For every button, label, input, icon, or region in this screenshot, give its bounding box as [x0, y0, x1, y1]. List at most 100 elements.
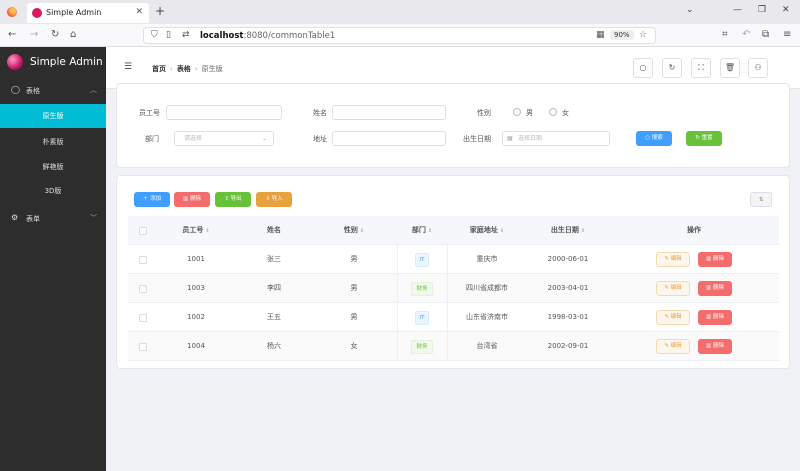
- user-button[interactable]: ⚇: [748, 58, 768, 78]
- sort-icon[interactable]: ⇕: [205, 228, 209, 234]
- sort-icon[interactable]: ⇕: [360, 228, 364, 234]
- gender-male-radio[interactable]: [513, 108, 521, 116]
- close-window-icon[interactable]: ✕: [782, 5, 790, 15]
- qr-code-icon[interactable]: ▦: [596, 30, 605, 40]
- restore-icon[interactable]: ❐: [758, 5, 766, 15]
- edit-button[interactable]: ✎ 编辑: [656, 310, 690, 325]
- birth-placeholder: 选择日期: [518, 135, 543, 142]
- menu-group-table[interactable]: ◯ 表格 ︿: [0, 80, 106, 100]
- dept-tag: IT: [414, 253, 430, 267]
- col-header-birth[interactable]: 出生日期 ⇕: [527, 216, 609, 245]
- delete-button[interactable]: ▥ 删除: [698, 281, 732, 296]
- dept-tag: 财务: [411, 282, 433, 296]
- export-button[interactable]: ⇪ 导出: [215, 192, 251, 207]
- dept-select[interactable]: 请选择 ⌄: [174, 131, 274, 146]
- row-checkbox[interactable]: [139, 314, 147, 322]
- sidebar-item-native[interactable]: 原生版: [0, 104, 106, 128]
- fullscreen-button[interactable]: ⛶: [691, 58, 711, 78]
- breadcrumb-current: 原生版: [201, 65, 223, 73]
- connection-icon[interactable]: ⇄: [182, 30, 190, 40]
- menu-icon[interactable]: ≡: [783, 29, 791, 40]
- sort-icon[interactable]: ⇕: [428, 228, 432, 234]
- table-row[interactable]: 1001 张三 男 IT 重庆市 2000-06-01 ✎ 编辑 ▥ 删除: [128, 245, 779, 274]
- delete-button[interactable]: ▥ 删除: [698, 339, 732, 354]
- col-header-emp-no[interactable]: 员工号 ⇕: [158, 216, 234, 245]
- undo-icon[interactable]: ↶: [742, 29, 750, 40]
- back-icon[interactable]: ←: [8, 29, 16, 40]
- refresh-button[interactable]: ↻: [662, 58, 682, 78]
- brand-name: Simple Admin: [30, 56, 103, 68]
- menu-group-form[interactable]: ⚙ 表单 ﹀: [0, 208, 106, 228]
- row-checkbox[interactable]: [139, 285, 147, 293]
- gender-label: 性别: [477, 109, 491, 117]
- url-bar[interactable]: ⛉ ▯ ⇄ localhost:8080/commonTable1 ▦ 90% …: [143, 27, 656, 44]
- delete-button[interactable]: ▥ 删除: [698, 252, 732, 267]
- trash-icon: ▥: [706, 285, 713, 291]
- row-checkbox[interactable]: [139, 256, 147, 264]
- extensions-icon[interactable]: ⧉: [762, 29, 769, 40]
- delete-button[interactable]: ▥ 删除: [698, 310, 732, 325]
- sort-icon[interactable]: ⇕: [500, 228, 504, 234]
- cell-emp-no: 1001: [187, 255, 205, 263]
- url-text[interactable]: localhost:8080/commonTable1: [200, 31, 335, 41]
- search-submit-button[interactable]: ○ 搜索: [636, 131, 672, 146]
- row-checkbox[interactable]: [139, 343, 147, 351]
- cell-birth: 2000-06-01: [547, 255, 589, 263]
- search-button[interactable]: ○: [633, 58, 653, 78]
- cell-dept: IT: [397, 303, 447, 332]
- col-header-gender[interactable]: 性别 ⇕: [314, 216, 394, 245]
- import-button[interactable]: ⇩ 导入: [256, 192, 292, 207]
- zoom-level[interactable]: 90%: [610, 30, 634, 40]
- user-icon: ⚇: [754, 63, 762, 72]
- add-button[interactable]: ＋ 添加: [134, 192, 170, 207]
- sidebar-item-plain[interactable]: 朴素版: [0, 130, 106, 154]
- sidebar-item-3d[interactable]: 3D版: [0, 179, 106, 203]
- table-row[interactable]: 1004 杨六 女 财务 台湾省 2002-09-01 ✎ 编辑 ▥ 删除: [128, 332, 779, 361]
- table-row[interactable]: 1003 李四 男 财务 四川省成都市 2003-04-01 ✎ 编辑 ▥ 删除: [128, 274, 779, 303]
- shield-icon[interactable]: ⛉: [151, 30, 158, 40]
- collapse-menu-icon[interactable]: ☰: [124, 62, 132, 72]
- col-header-dept[interactable]: 部门 ⇕: [397, 216, 447, 245]
- bookmark-star-icon[interactable]: ☆: [639, 30, 647, 40]
- sort-icon[interactable]: ⇕: [581, 228, 585, 234]
- emp-no-input[interactable]: [166, 105, 282, 120]
- gender-male-label[interactable]: 男: [526, 108, 533, 118]
- col-header-address[interactable]: 家庭地址 ⇕: [447, 216, 527, 245]
- table-row[interactable]: 1002 王五 男 IT 山东省济南市 1998-03-01 ✎ 编辑 ▥ 删除: [128, 303, 779, 332]
- trash-button[interactable]: 🗑: [720, 58, 740, 78]
- cell-gender: 男: [350, 255, 358, 263]
- address-input[interactable]: [332, 131, 446, 146]
- edit-button[interactable]: ✎ 编辑: [656, 339, 690, 354]
- sidebar: Simple Admin ◯ 表格 ︿ 原生版 朴素版 鲜艳版 3D版 ⚙ 表单…: [0, 47, 106, 471]
- tab-title: Simple Admin: [46, 8, 102, 17]
- home-icon[interactable]: ⌂: [70, 29, 76, 40]
- fullscreen-icon: ⛶: [698, 63, 704, 72]
- browser-navbar: ← → ↻ ⌂ ⛉ ▯ ⇄ localhost:8080/commonTable…: [0, 24, 800, 47]
- gender-female-radio[interactable]: [549, 108, 557, 116]
- gender-female-label[interactable]: 女: [562, 108, 569, 118]
- browser-tab[interactable]: Simple Admin ✕: [27, 3, 149, 23]
- tab-list-chevron-icon[interactable]: ⌄: [686, 5, 694, 15]
- breadcrumb-home[interactable]: 首页: [152, 65, 166, 73]
- sidebar-item-vivid[interactable]: 鲜艳版: [0, 155, 106, 179]
- cell-gender: 女: [350, 342, 358, 350]
- batch-delete-button[interactable]: ▥ 删除: [174, 192, 210, 207]
- cell-dept: 财务: [397, 274, 447, 303]
- chevron-down-icon: ﹀: [90, 214, 97, 222]
- birth-date-picker[interactable]: ▦ 选择日期: [502, 131, 610, 146]
- column-settings-button[interactable]: ⇅: [750, 192, 772, 207]
- forward-icon[interactable]: →: [30, 29, 38, 40]
- page-info-icon[interactable]: ▯: [166, 30, 171, 40]
- edit-button[interactable]: ✎ 编辑: [656, 252, 690, 267]
- minimize-icon[interactable]: —: [733, 5, 742, 15]
- reload-icon[interactable]: ↻: [51, 29, 59, 40]
- edit-button[interactable]: ✎ 编辑: [656, 281, 690, 296]
- reset-button[interactable]: ↻ 重置: [686, 131, 722, 146]
- cell-birth: 2003-04-01: [547, 284, 589, 292]
- breadcrumb-table[interactable]: 表格: [177, 65, 191, 73]
- select-all-checkbox[interactable]: [139, 227, 147, 235]
- name-input[interactable]: [332, 105, 446, 120]
- new-tab-icon[interactable]: +: [155, 4, 165, 18]
- crop-icon[interactable]: ⌗: [722, 29, 728, 40]
- tab-close-icon[interactable]: ✕: [135, 7, 143, 17]
